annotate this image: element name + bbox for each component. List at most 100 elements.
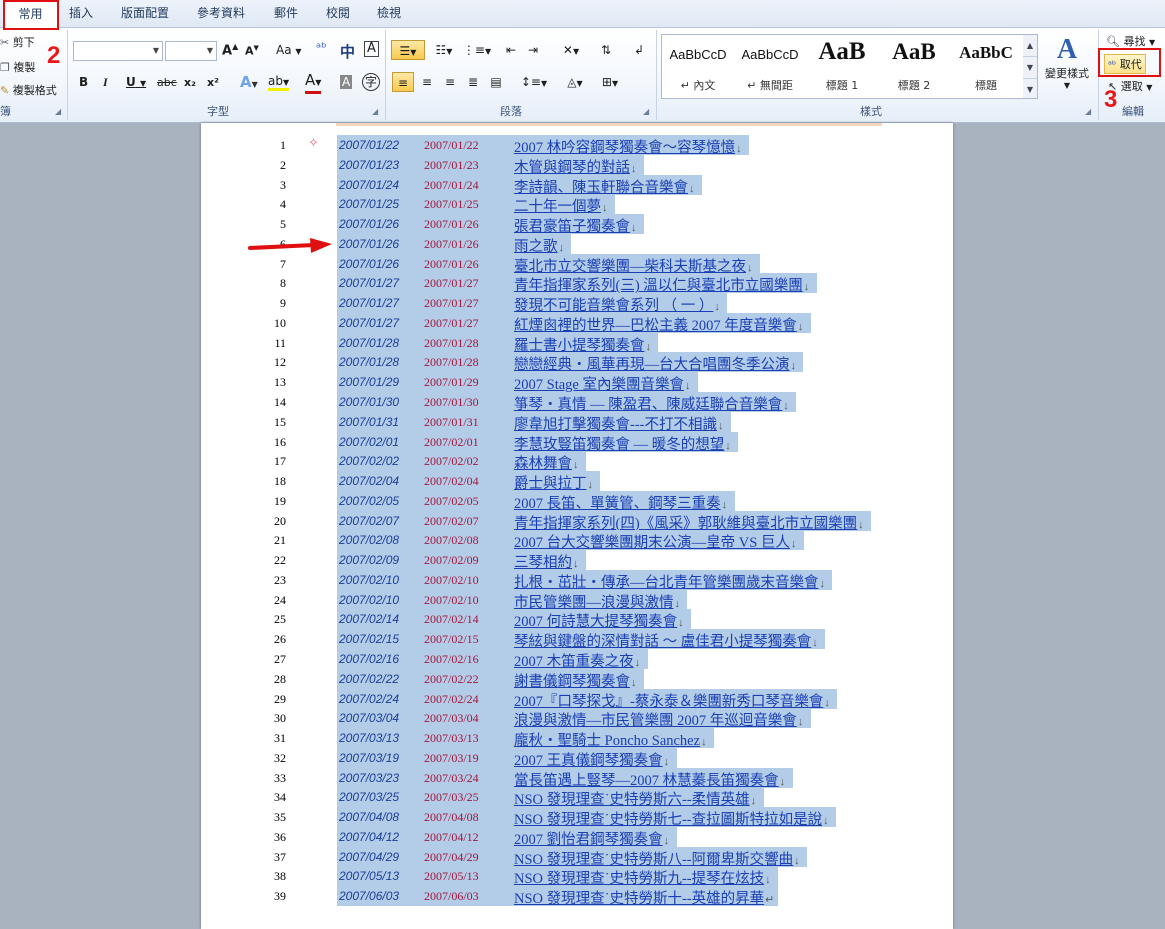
table-row[interactable]: 33 2007/03/23 2007/03/24 當長笛遇上豎琴—2007 林慧蓁長笛… (0, 767, 1165, 789)
table-row[interactable]: 15 2007/01/31 2007/01/31 廖韋旭打擊獨奏會---不打不相識↓ (0, 411, 1165, 433)
table-row[interactable]: 6 2007/01/26 2007/01/26 雨之歌↓ (0, 233, 1165, 255)
bullets-button[interactable]: ☰▼ (391, 40, 425, 60)
format-painter-button[interactable]: ✎ 複製格式 (0, 82, 57, 98)
tab-review[interactable]: 校閱 (318, 0, 358, 27)
change-case-button[interactable]: Aa ▼ (276, 43, 302, 57)
table-row[interactable]: 3 2007/01/24 2007/01/24 李詩韻、陳玉軒聯合音樂會↓ (0, 174, 1165, 196)
align-left-icon[interactable]: ≡ (392, 72, 414, 92)
style-no-spacing[interactable]: AaBbCcD ↵ 無間距 (734, 35, 806, 97)
bold-button[interactable]: B (79, 75, 88, 89)
copy-button[interactable]: ❐ 複製 (0, 59, 35, 75)
paragraph-mark-icon: ↓ (797, 320, 804, 333)
phonetic-guide-icon[interactable]: 中 (340, 41, 355, 62)
cut-button[interactable]: ✂ 剪下 (0, 34, 35, 50)
table-row[interactable]: 26 2007/02/15 2007/02/15 琴絃與鍵盤的深情對話 ～ 盧佳君小提… (0, 629, 1165, 650)
decrease-indent-icon[interactable]: ⇤ (502, 40, 520, 60)
font-size-combo[interactable]: ▼ (165, 41, 217, 61)
grow-font-button[interactable]: A▲ (222, 42, 238, 58)
tab-insert[interactable]: 插入 (60, 0, 102, 27)
subscript-button[interactable]: x₂ (184, 76, 196, 89)
clear-format-icon[interactable]: ᵃᵇ (316, 41, 327, 56)
asian-layout-icon[interactable]: ✕▼ (556, 40, 586, 60)
chevron-up-icon[interactable]: ▲ (1023, 35, 1037, 57)
table-row[interactable]: 12 2007/01/28 2007/01/28 戀戀經典・風華再現—台大合唱團冬季公… (0, 352, 1165, 373)
table-row[interactable]: 24 2007/02/10 2007/02/10 市民管樂團—浪漫與激情↓ (0, 589, 1165, 611)
multilevel-list-button[interactable]: ⋮≡▼ (462, 40, 492, 60)
table-row[interactable]: 21 2007/02/08 2007/02/08 2007 台大交響樂團期末公演—皇帝… (0, 530, 1165, 551)
table-row[interactable]: 19 2007/02/05 2007/02/05 2007 長笛、單簧管、鋼琴三重奏↓ (0, 490, 1165, 512)
table-row[interactable]: 5 2007/01/26 2007/01/26 張君豪笛子獨奏會↓ (0, 214, 1165, 235)
table-row[interactable]: 23 2007/02/10 2007/02/10 扎根・茁壯・傳承—台北青年管樂團歲末… (0, 569, 1165, 591)
change-styles-button[interactable]: A 變更樣式 ▼ (1040, 33, 1094, 99)
table-row[interactable]: 39 2007/06/03 2007/06/03 NSO 發現理查˙史特勞斯十--英雄… (0, 886, 1165, 908)
table-row[interactable]: 4 2007/01/25 2007/01/25 二十年一個夢↓ (0, 194, 1165, 215)
table-row[interactable]: 22 2007/02/09 2007/02/09 三琴相約↓ (0, 550, 1165, 571)
line-spacing-icon[interactable]: ↕≡▼ (520, 72, 548, 92)
increase-indent-icon[interactable]: ⇥ (524, 40, 542, 60)
tab-mailings[interactable]: 郵件 (266, 0, 306, 27)
align-right-icon[interactable]: ≡ (440, 72, 460, 92)
table-row[interactable]: 14 2007/01/30 2007/01/30 箏琴・真情 — 陳盈君、陳威廷聯合音… (0, 392, 1165, 413)
show-marks-icon[interactable]: ↲ (630, 40, 648, 60)
italic-button[interactable]: I (103, 75, 108, 90)
table-row[interactable]: 7 2007/01/26 2007/01/26 臺北市立交響樂團—柴科夫斯基之夜↓ (0, 253, 1165, 275)
shading-bucket-icon[interactable]: ◬▼ (560, 72, 590, 92)
table-row[interactable]: 28 2007/02/22 2007/02/22 謝書儀鋼琴獨奏會↓ (0, 668, 1165, 690)
find-button[interactable]: 🔍︎ 尋找 ▼ (1106, 33, 1155, 49)
paragraph-launcher-icon[interactable]: ◢ (643, 107, 652, 116)
enclose-char-button[interactable]: 字 (362, 73, 380, 91)
text-effects-button[interactable]: A▼ (240, 73, 258, 91)
char-shading-button[interactable]: A (340, 75, 353, 89)
clipboard-launcher-icon[interactable]: ◢ (55, 107, 64, 116)
table-row[interactable]: 35 2007/04/08 2007/04/08 NSO 發現理查˙史特勞斯七--查拉… (0, 807, 1165, 828)
table-row[interactable]: 36 2007/04/12 2007/04/12 2007 劉怡君鋼琴獨奏會↓ (0, 826, 1165, 848)
table-row[interactable]: 38 2007/05/13 2007/05/13 NSO 發現理查˙史特勞斯九--提琴… (0, 866, 1165, 887)
table-row[interactable]: 34 2007/03/25 2007/03/25 NSO 發現理查˙史特勞斯六--柔情… (0, 787, 1165, 808)
char-border-button[interactable]: A (364, 41, 379, 57)
borders-icon[interactable]: ⊞▼ (596, 72, 624, 92)
font-color-button[interactable]: A▼ (305, 72, 322, 94)
table-row[interactable]: 37 2007/04/29 2007/04/29 NSO 發現理查˙史特勞斯八--阿爾… (0, 846, 1165, 868)
style-heading-1[interactable]: AaB 標題 1 (806, 35, 878, 97)
underline-button[interactable]: U ▼ (126, 75, 146, 89)
shrink-font-button[interactable]: A▼ (245, 44, 259, 58)
style-heading-2[interactable]: AaB 標題 2 (878, 35, 950, 97)
styles-launcher-icon[interactable]: ◢ (1085, 107, 1094, 116)
table-row[interactable]: 17 2007/02/02 2007/02/02 森林舞會↓ (0, 451, 1165, 472)
more-icon[interactable]: ▼ (1023, 79, 1037, 100)
table-row[interactable]: 16 2007/02/01 2007/02/01 李慧玫豎笛獨奏會 — 暖冬的想望↓ (0, 431, 1165, 453)
font-launcher-icon[interactable]: ◢ (372, 107, 381, 116)
tab-page-layout[interactable]: 版面配置 (112, 0, 178, 27)
table-row[interactable]: 13 2007/01/29 2007/01/29 2007 Stage 室內樂團音樂會… (0, 372, 1165, 393)
table-row[interactable]: 9 2007/01/27 2007/01/27 發現不可能音樂會系列 （ 一 ）↓ (0, 293, 1165, 314)
table-row[interactable]: 10 2007/01/27 2007/01/27 紅煙囪裡的世界—巴松主義 2007 … (0, 312, 1165, 334)
chevron-down-icon[interactable]: ▼ (1023, 57, 1037, 79)
table-row[interactable]: 32 2007/03/19 2007/03/19 2007 王真儀鋼琴獨奏會↓ (0, 747, 1165, 769)
table-row[interactable]: 20 2007/02/07 2007/02/07 青年指揮家系列(四)《風采》郭耿維與… (0, 510, 1165, 532)
styles-gallery-scroll[interactable]: ▲ ▼ ▼ (1023, 34, 1038, 99)
table-row[interactable]: 30 2007/03/04 2007/03/04 浪漫與激情—市民管樂團 2007 年… (0, 708, 1165, 729)
tab-references[interactable]: 參考資料 (188, 0, 254, 27)
justify-icon[interactable]: ≣ (463, 72, 483, 92)
numbering-button[interactable]: ☷▼ (428, 40, 460, 60)
concert-title-link[interactable]: NSO 發現理查˙史特勞斯十--英雄的昇華↵ (514, 887, 774, 908)
highlight-color-icon[interactable]: ab▼ (268, 74, 290, 91)
align-center-icon[interactable]: ≡ (417, 72, 437, 92)
table-row[interactable]: 11 2007/01/28 2007/01/28 羅士書小提琴獨奏會↓ (0, 332, 1165, 354)
distributed-icon[interactable]: ▤ (486, 72, 506, 92)
table-row[interactable]: 8 2007/01/27 2007/01/27 青年指揮家系列(三) 溫以仁與臺北市立… (0, 273, 1165, 294)
font-name-combo[interactable]: ▼ (73, 41, 163, 61)
tab-view[interactable]: 檢視 (368, 0, 410, 27)
superscript-button[interactable]: x² (207, 76, 219, 89)
table-row[interactable]: 18 2007/02/04 2007/02/04 爵士與拉丁↓ (0, 471, 1165, 492)
style-title[interactable]: AaBbC 標題 (950, 35, 1022, 97)
table-row[interactable]: 29 2007/02/24 2007/02/24 2007『口琴探戈』-蔡永泰＆樂團新… (0, 688, 1165, 710)
style-normal[interactable]: AaBbCcD ↵ 內文 (662, 35, 734, 97)
strikethrough-button[interactable]: abc (157, 76, 177, 89)
table-row[interactable]: 25 2007/02/14 2007/02/14 2007 何詩慧大提琴獨奏會↓ (0, 609, 1165, 630)
sort-icon[interactable]: ⇅ (596, 40, 616, 60)
table-row[interactable]: 2 2007/01/23 2007/01/23 木管與鋼琴的對話↓ (0, 154, 1165, 176)
table-row[interactable]: 27 2007/02/16 2007/02/16 2007 木笛重奏之夜↓ (0, 649, 1165, 670)
table-row[interactable]: 1 2007/01/22 2007/01/22 2007 林吟容鋼琴獨奏會～容琴憶憶↓ (0, 135, 1165, 156)
table-row[interactable]: 31 2007/03/13 2007/03/13 龐秋・聖騎士 Poncho Sanc… (0, 728, 1165, 749)
